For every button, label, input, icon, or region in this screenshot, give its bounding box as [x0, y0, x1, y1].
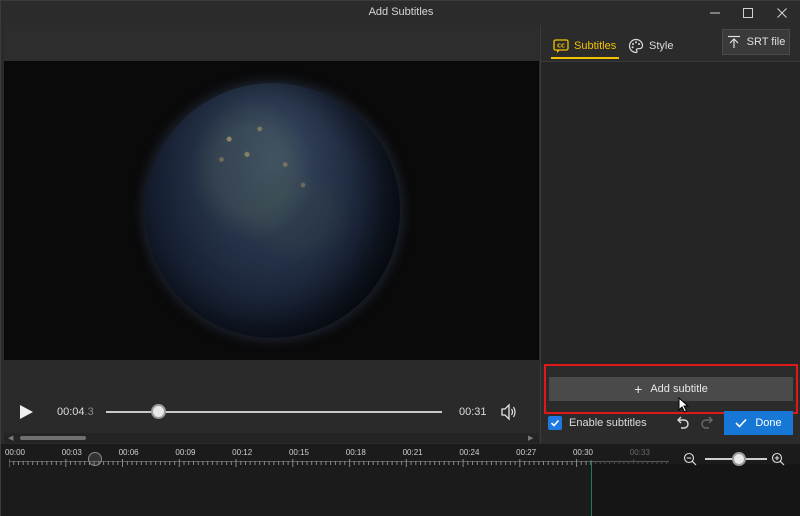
timeline-tick-label: 00:09: [175, 448, 196, 457]
tab-style-label: Style: [649, 40, 674, 52]
scroll-right-icon[interactable]: ▶: [528, 434, 533, 442]
enable-subtitles-label: Enable subtitles: [569, 417, 647, 429]
zoom-thumb[interactable]: [732, 452, 746, 466]
redo-icon[interactable]: [699, 414, 717, 432]
horizontal-scrollbar[interactable]: ◀ ▶: [4, 433, 539, 443]
timeline-tick-label: 00:00: [4, 448, 26, 457]
mouse-cursor-icon: [678, 397, 690, 413]
video-top-bar: [4, 25, 539, 61]
add-subtitle-button[interactable]: + Add subtitle: [549, 377, 793, 401]
timeline-tick-label: 00:33: [629, 448, 650, 457]
subtitle-panel: CC Subtitles Style SRT file + Add subtit…: [540, 25, 800, 443]
seek-thumb[interactable]: [151, 404, 166, 419]
plus-icon: +: [634, 381, 643, 397]
timeline-playhead[interactable]: [88, 452, 102, 466]
timeline-tick-label: 00:15: [288, 448, 310, 457]
ruler-ticks: [9, 459, 667, 467]
scroll-left-icon[interactable]: ◀: [8, 434, 13, 442]
palette-icon: [628, 38, 644, 54]
active-tab-indicator: [551, 57, 619, 59]
video-end-marker: [591, 460, 592, 516]
play-icon[interactable]: [18, 404, 34, 420]
close-icon: [777, 8, 787, 18]
window-title: Add Subtitles: [368, 6, 434, 18]
timeline-tick-label: 00:06: [118, 448, 139, 457]
check-icon: [735, 418, 747, 428]
timeline-tick-label: 00:12: [232, 448, 253, 457]
timeline[interactable]: 00:00 00:03 00:06 00:09 00:12 00:15 00:18 00:21…: [1, 444, 800, 516]
tab-subtitles-label: Subtitles: [574, 40, 617, 52]
volume-icon[interactable]: [500, 403, 518, 421]
timeline-tick-label: 00:21: [402, 448, 423, 457]
title-bar: Add Subtitles: [1, 1, 800, 25]
svg-text:CC: CC: [557, 44, 565, 50]
tab-style[interactable]: Style: [628, 33, 673, 59]
zoom-out-icon[interactable]: [683, 452, 697, 466]
minimize-button[interactable]: [699, 1, 731, 25]
done-button[interactable]: Done: [724, 411, 793, 435]
enable-subtitles-checkbox[interactable]: [548, 416, 562, 430]
current-time: 00:04.3: [57, 406, 94, 418]
duration: 00:31: [459, 406, 487, 418]
current-time-fraction: .3: [84, 406, 94, 418]
srt-file-button[interactable]: SRT file: [722, 29, 790, 55]
maximize-icon: [743, 8, 753, 18]
add-subtitle-label: Add subtitle: [650, 383, 708, 395]
timeline-tick-label: 00:24: [459, 448, 480, 457]
subtitle-list[interactable]: [541, 61, 800, 365]
timeline-tick-label: 00:27: [516, 448, 537, 457]
add-subtitles-window: Add Subtitles 00:04.3 00:31 ◀ ▶ CC Subti…: [0, 0, 800, 516]
timeline-tick-label: 00:18: [345, 448, 366, 457]
upload-icon: [727, 35, 740, 48]
cc-icon: CC: [553, 39, 569, 53]
video-preview: [4, 61, 539, 360]
timeline-tick-label: 00:03: [61, 448, 82, 457]
undo-icon[interactable]: [673, 414, 691, 432]
player-controls: 00:04.3 00:31: [4, 360, 539, 444]
current-time-main: 00:04: [57, 406, 85, 418]
checkmark-icon: [550, 419, 560, 427]
zoom-in-icon[interactable]: [771, 452, 785, 466]
close-button[interactable]: [766, 1, 798, 25]
maximize-button[interactable]: [732, 1, 764, 25]
scrollbar-thumb[interactable]: [20, 436, 86, 440]
timeline-tick-label: 00:30: [572, 448, 594, 457]
tab-subtitles[interactable]: CC Subtitles: [553, 33, 616, 59]
srt-file-label: SRT file: [746, 36, 786, 48]
timeline-empty-region: [592, 464, 800, 516]
minimize-icon: [710, 12, 720, 14]
done-label: Done: [755, 417, 782, 429]
earth-video-frame: [145, 83, 400, 338]
